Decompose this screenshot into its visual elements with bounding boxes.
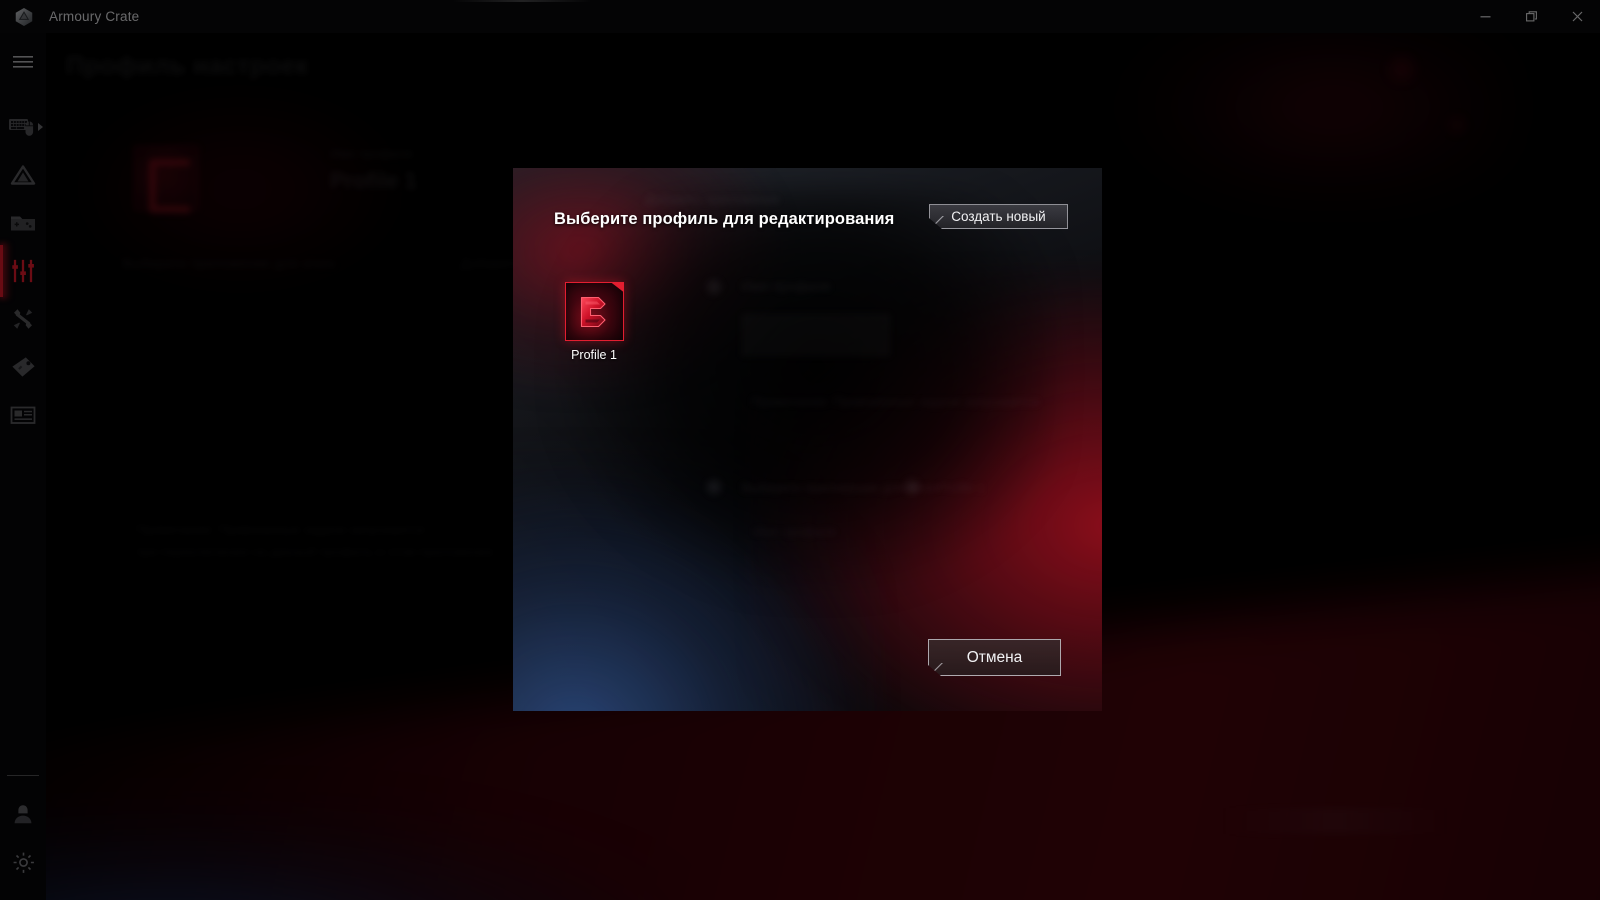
dialog-content: Выберите профиль для редактирования Созд… bbox=[513, 168, 1102, 711]
rog-profile-logo bbox=[580, 296, 606, 327]
profile-grid: Profile 1 bbox=[554, 282, 634, 362]
create-new-profile-button[interactable]: Создать новый bbox=[929, 204, 1068, 229]
profile-selection-dialog: Добавить приложение Имя профиля Примечан… bbox=[513, 168, 1102, 711]
dialog-title: Выберите профиль для редактирования bbox=[554, 210, 895, 228]
profile-tile-artwork bbox=[564, 282, 624, 341]
armoury-crate-window: Профиль настроек Имя профиля Profile 1 В… bbox=[0, 0, 1600, 900]
profile-tile[interactable]: Profile 1 bbox=[554, 282, 634, 362]
cancel-button[interactable]: Отмена bbox=[928, 639, 1061, 676]
tile-corner-accent bbox=[610, 282, 624, 292]
button-corner-notch bbox=[928, 663, 943, 676]
cancel-button-label: Отмена bbox=[966, 648, 1023, 666]
create-new-profile-label: Создать новый bbox=[951, 209, 1046, 224]
profile-tile-label: Profile 1 bbox=[571, 348, 617, 362]
